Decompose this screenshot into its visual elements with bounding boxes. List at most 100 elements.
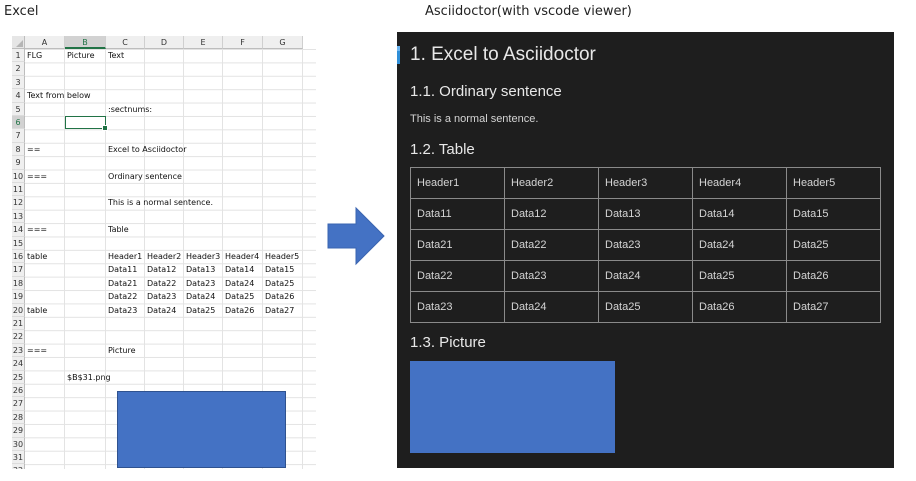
row-header-19[interactable]: 19: [12, 290, 25, 304]
cell-f17[interactable]: Data14: [223, 263, 254, 276]
row-header-5[interactable]: 5: [12, 102, 25, 116]
row-header-16[interactable]: 16: [12, 250, 25, 264]
table-cell: Header1: [410, 167, 505, 199]
cell-a20[interactable]: table: [25, 304, 47, 317]
row-header-27[interactable]: 27: [12, 397, 25, 411]
cell-a1[interactable]: FLG: [25, 49, 42, 62]
row-header-13[interactable]: 13: [12, 209, 25, 224]
row-header-24[interactable]: 24: [12, 357, 25, 371]
cell-a16[interactable]: table: [25, 250, 47, 263]
paragraph-text: This is a normal sentence.: [410, 113, 539, 125]
cell-d18[interactable]: Data22: [145, 277, 176, 290]
cell-g19[interactable]: Data26: [263, 290, 294, 303]
cell-b25[interactable]: $B$31.png: [65, 371, 111, 384]
row-header-32[interactable]: 32: [12, 464, 25, 469]
cell-f18[interactable]: Data24: [223, 277, 254, 290]
row-header-28[interactable]: 28: [12, 410, 25, 425]
table-cell: Header5: [786, 167, 881, 199]
table-cell: Data11: [410, 198, 505, 230]
table-cell: Header3: [598, 167, 693, 199]
row-header-17[interactable]: 17: [12, 263, 25, 277]
cell-e20[interactable]: Data25: [184, 304, 215, 317]
cell-f19[interactable]: Data25: [223, 290, 254, 303]
cell-c23[interactable]: Picture: [106, 344, 136, 357]
cell-c17[interactable]: Data11: [106, 263, 137, 276]
cell-f20[interactable]: Data26: [223, 304, 254, 317]
cell-f16[interactable]: Header4: [223, 250, 259, 263]
column-header-g[interactable]: G: [263, 36, 303, 49]
cell-a4[interactable]: Text from below: [25, 89, 91, 102]
cell-a14[interactable]: ===: [25, 223, 47, 236]
table-cell: Header4: [692, 167, 787, 199]
row-header-30[interactable]: 30: [12, 437, 25, 451]
cell-g17[interactable]: Data15: [263, 263, 294, 276]
excel-embedded-picture[interactable]: [117, 391, 286, 468]
cell-a23[interactable]: ===: [25, 344, 47, 357]
cell-b1[interactable]: Picture: [65, 49, 95, 62]
cell-c18[interactable]: Data21: [106, 277, 137, 290]
row-header-1[interactable]: 1: [12, 49, 25, 63]
excel-worksheet[interactable]: ABCDEFG 1 2 3 4 5 6 7 8 9 10 11 12 13 14 15 16 17 18 19 20 2…: [12, 36, 316, 469]
row-header-31[interactable]: 31: [12, 451, 25, 465]
cell-c12[interactable]: This is a normal sentence.: [106, 196, 213, 209]
row-header-22[interactable]: 22: [12, 330, 25, 344]
cell-c5[interactable]: :sectnums:: [106, 103, 152, 116]
row-header-4[interactable]: 4: [12, 89, 25, 103]
row-header-21[interactable]: 21: [12, 317, 25, 331]
column-header-b[interactable]: B: [65, 36, 106, 49]
cell-e16[interactable]: Header3: [184, 250, 220, 263]
row-header-3[interactable]: 3: [12, 75, 25, 90]
row-header-15[interactable]: 15: [12, 236, 25, 250]
row-header-11[interactable]: 11: [12, 183, 25, 197]
row-header-25[interactable]: 25: [12, 370, 25, 384]
cell-e19[interactable]: Data24: [184, 290, 215, 303]
row-header-23[interactable]: 23: [12, 343, 25, 358]
cell-g20[interactable]: Data27: [263, 304, 294, 317]
cell-d16[interactable]: Header2: [145, 250, 181, 263]
row-header-7[interactable]: 7: [12, 129, 25, 143]
column-header-a[interactable]: A: [25, 36, 65, 49]
row-header-20[interactable]: 20: [12, 303, 25, 317]
row-header-18[interactable]: 18: [12, 276, 25, 291]
cell-d17[interactable]: Data12: [145, 263, 176, 276]
cell-e18[interactable]: Data23: [184, 277, 215, 290]
select-all-corner[interactable]: [12, 36, 25, 49]
table-cell: Data27: [786, 291, 881, 323]
asciidoctor-panel-label: Asciidoctor(with vscode viewer): [425, 4, 632, 19]
column-header-c[interactable]: C: [106, 36, 145, 49]
cell-c16[interactable]: Header1: [106, 250, 142, 263]
right-arrow-icon: [327, 206, 385, 266]
row-header-12[interactable]: 12: [12, 196, 25, 210]
table-row: Data23 Data24 Data25 Data26 Data27: [410, 291, 881, 323]
cell-g16[interactable]: Header5: [263, 250, 299, 263]
table-cell: Data22: [504, 229, 599, 261]
table-cell: Data26: [692, 291, 787, 323]
row-header-10[interactable]: 10: [12, 169, 25, 183]
row-header-6[interactable]: 6: [12, 116, 25, 130]
column-header-e[interactable]: E: [184, 36, 223, 49]
row-header-26[interactable]: 26: [12, 384, 25, 398]
cell-c14[interactable]: Table: [106, 223, 129, 236]
column-header-d[interactable]: D: [145, 36, 184, 49]
row-header-8[interactable]: 8: [12, 142, 25, 157]
table-cell: Data23: [598, 229, 693, 261]
cell-d19[interactable]: Data23: [145, 290, 176, 303]
cell-c19[interactable]: Data22: [106, 290, 137, 303]
table-cell: Data26: [786, 260, 881, 292]
cell-g18[interactable]: Data25: [263, 277, 294, 290]
row-header-29[interactable]: 29: [12, 424, 25, 438]
row-header-9[interactable]: 9: [12, 156, 25, 170]
cell-a8[interactable]: ==: [25, 143, 40, 156]
column-header-f[interactable]: F: [223, 36, 263, 49]
cell-c1[interactable]: Text: [106, 49, 124, 62]
row-header-2[interactable]: 2: [12, 62, 25, 76]
row-header-14[interactable]: 14: [12, 223, 25, 237]
section-picture: 1.3. Picture: [410, 334, 486, 351]
cell-e17[interactable]: Data13: [184, 263, 215, 276]
cell-d20[interactable]: Data24: [145, 304, 176, 317]
cell-c8[interactable]: Excel to Asciidoctor: [106, 143, 186, 156]
cell-a10[interactable]: ===: [25, 170, 47, 183]
cell-c10[interactable]: Ordinary sentence: [106, 170, 182, 183]
cell-c20[interactable]: Data23: [106, 304, 137, 317]
active-cell-b6[interactable]: [65, 116, 108, 131]
